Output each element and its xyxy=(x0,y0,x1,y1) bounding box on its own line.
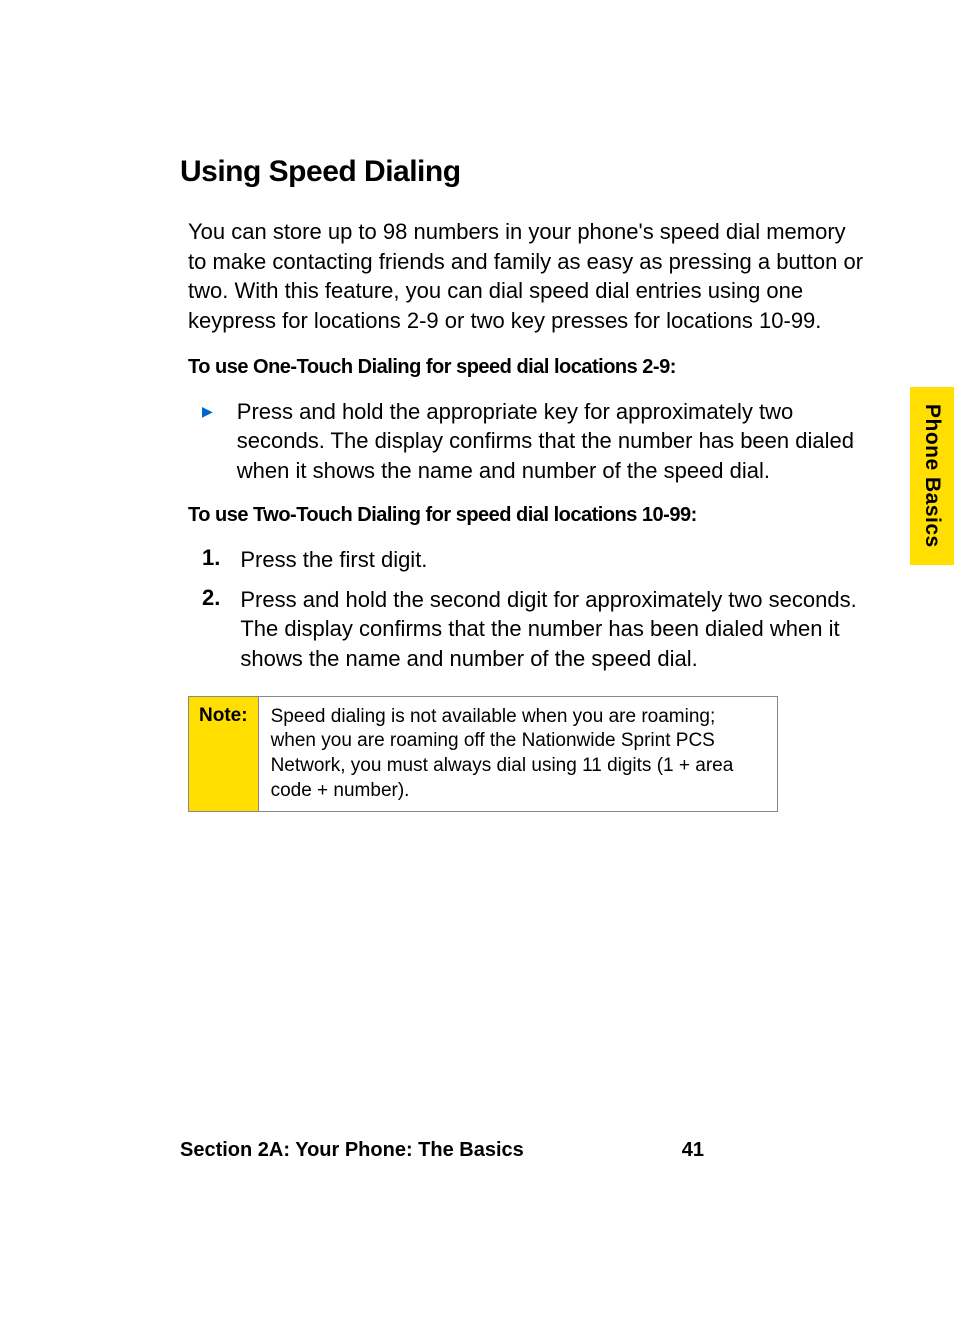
subheading-one-touch: To use One-Touch Dialing for speed dial … xyxy=(188,356,864,379)
step-number: 2. xyxy=(202,585,220,674)
note-label: Note: xyxy=(189,697,259,812)
bullet-item: ▶ Press and hold the appropriate key for… xyxy=(202,397,864,486)
footer-page-number: 41 xyxy=(682,1139,704,1162)
numbered-list: 1. Press the first digit. 2. Press and h… xyxy=(202,545,864,674)
side-tab-label: Phone Basics xyxy=(920,404,944,548)
list-item: 1. Press the first digit. xyxy=(202,545,864,575)
note-box: Note: Speed dialing is not available whe… xyxy=(188,696,778,813)
page-content: Using Speed Dialing You can store up to … xyxy=(0,0,954,812)
bullet-text: Press and hold the appropriate key for a… xyxy=(237,397,864,486)
heading-using-speed-dialing: Using Speed Dialing xyxy=(180,155,864,189)
note-text: Speed dialing is not available when you … xyxy=(259,697,777,812)
footer-section: Section 2A: Your Phone: The Basics xyxy=(180,1139,524,1162)
subheading-two-touch: To use Two-Touch Dialing for speed dial … xyxy=(188,504,864,527)
list-item: 2. Press and hold the second digit for a… xyxy=(202,585,864,674)
arrow-icon: ▶ xyxy=(202,404,213,486)
step-text: Press and hold the second digit for appr… xyxy=(240,585,864,674)
side-tab: Phone Basics xyxy=(910,387,954,565)
step-text: Press the first digit. xyxy=(240,545,427,575)
step-number: 1. xyxy=(202,545,220,575)
intro-paragraph: You can store up to 98 numbers in your p… xyxy=(188,217,864,336)
footer: Section 2A: Your Phone: The Basics 41 xyxy=(180,1139,704,1162)
